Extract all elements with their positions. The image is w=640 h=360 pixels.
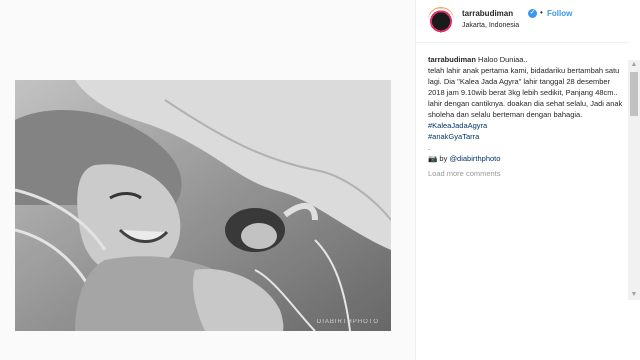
location-link[interactable]: Jakarta, Indonesia [462,22,519,29]
scroll-down-arrow-icon[interactable]: ▼ [628,290,640,300]
verified-badge-icon: ✓ [528,9,537,18]
post-header: tarrabudiman ✓ • Follow Jakarta, Indones… [416,0,629,43]
load-more-comments-button[interactable]: Load more comments [428,168,624,179]
photo-credit: 📷 by @diabirthphoto [428,153,624,164]
avatar[interactable] [428,7,454,33]
post-side-panel: tarrabudiman ✓ • Follow Jakarta, Indones… [415,0,629,360]
comments-section: tarrabudiman Haloo Duniaa.. telah lahir … [428,54,624,179]
caption-first-line: tarrabudiman Haloo Duniaa.. [428,54,624,65]
caption-first-text: Haloo Duniaa.. [478,55,528,64]
scroll-up-arrow-icon[interactable]: ▲ [628,60,640,70]
caption-body: telah lahir anak pertama kami, bidadarik… [428,66,623,119]
post-photo[interactable]: DIABIRTHPHOTO [15,80,391,331]
instagram-post: DIABIRTHPHOTO tarrabudiman ✓ • Follow Ja… [0,0,640,360]
credit-handle-link[interactable]: @diabirthphoto [449,154,500,163]
camera-credit-prefix: 📷 by [428,154,450,163]
photo-illustration [15,80,391,331]
media-area: DIABIRTHPHOTO [0,0,415,360]
scroll-thumb[interactable] [630,72,638,116]
photo-watermark: DIABIRTHPHOTO [316,319,379,325]
scrollbar[interactable]: ▲ ▼ [628,60,640,300]
hashtag-kalea[interactable]: #KaleaJadaAgyra [428,120,624,131]
hashtag-anakgyatarra[interactable]: #anakGyaTarra [428,131,624,142]
caption-username[interactable]: tarrabudiman [428,55,476,64]
header-separator: • [540,8,543,17]
header-username[interactable]: tarrabudiman [462,9,513,18]
follow-button[interactable]: Follow [547,9,572,18]
caption-dot-line: . [428,143,431,152]
